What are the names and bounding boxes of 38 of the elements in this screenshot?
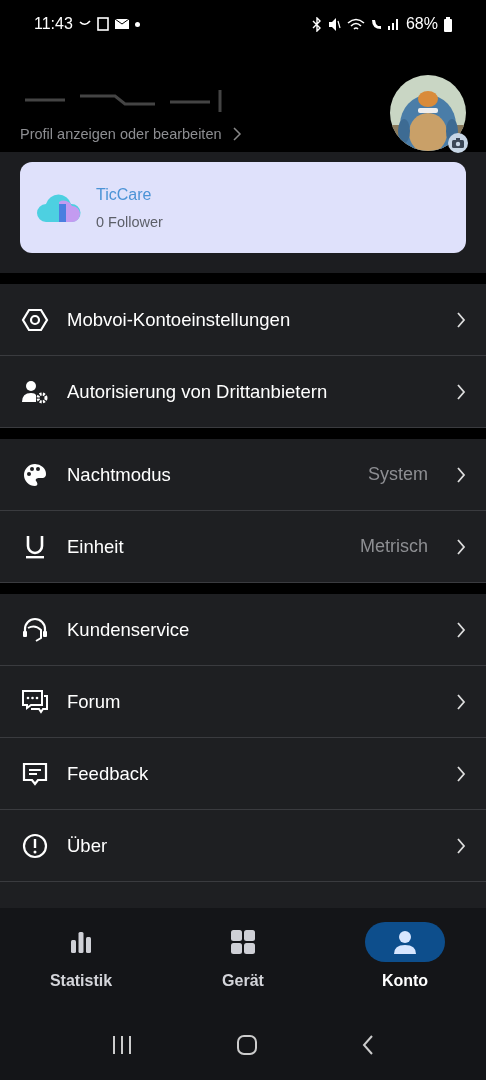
- nav-tab[interactable]: Statistik: [0, 908, 162, 1020]
- chevron-icon: [456, 466, 466, 483]
- battery-icon: [444, 16, 452, 32]
- home-icon[interactable]: [236, 1034, 258, 1056]
- chevron-icon: [456, 538, 466, 555]
- signal-icon: [387, 18, 400, 30]
- chevron-icon: [456, 693, 466, 710]
- app-card[interactable]: TicCare 0 Follower: [20, 162, 466, 253]
- chevron-icon: [456, 837, 466, 854]
- device-icon: [96, 17, 109, 31]
- chevron-icon: [231, 127, 242, 141]
- headset-icon: [21, 615, 49, 644]
- follower-count: 0 Follower: [96, 213, 163, 230]
- nav-tab[interactable]: Gerät: [162, 908, 324, 1020]
- profile-link[interactable]: Profil anzeigen oder bearbeiten: [20, 126, 242, 142]
- mail-icon: [114, 19, 129, 29]
- battery-level: 68%: [405, 15, 438, 33]
- chat-icon: [21, 687, 49, 716]
- app-name: TicCare: [96, 185, 153, 204]
- dot-icon: [134, 21, 140, 27]
- status-time: 11:43: [34, 15, 73, 33]
- wifi-icon: [346, 17, 365, 31]
- bluetooth-icon: [311, 16, 322, 32]
- chevron-icon: [456, 383, 466, 400]
- recent-apps-icon[interactable]: [111, 1035, 134, 1055]
- nav-tab[interactable]: Konto: [324, 908, 486, 1020]
- chevron-icon: [456, 621, 466, 638]
- info-icon: [21, 831, 49, 860]
- grid-icon: [230, 929, 256, 955]
- bar-chart-icon: [68, 929, 94, 955]
- phone-icon: [370, 18, 382, 30]
- chevron-icon: [456, 765, 466, 782]
- camera-icon[interactable]: [448, 133, 468, 153]
- mute-icon: [327, 17, 341, 31]
- smile-icon: [78, 20, 91, 28]
- person-icon: [392, 929, 418, 955]
- back-icon[interactable]: [360, 1034, 375, 1056]
- chevron-icon: [456, 311, 466, 328]
